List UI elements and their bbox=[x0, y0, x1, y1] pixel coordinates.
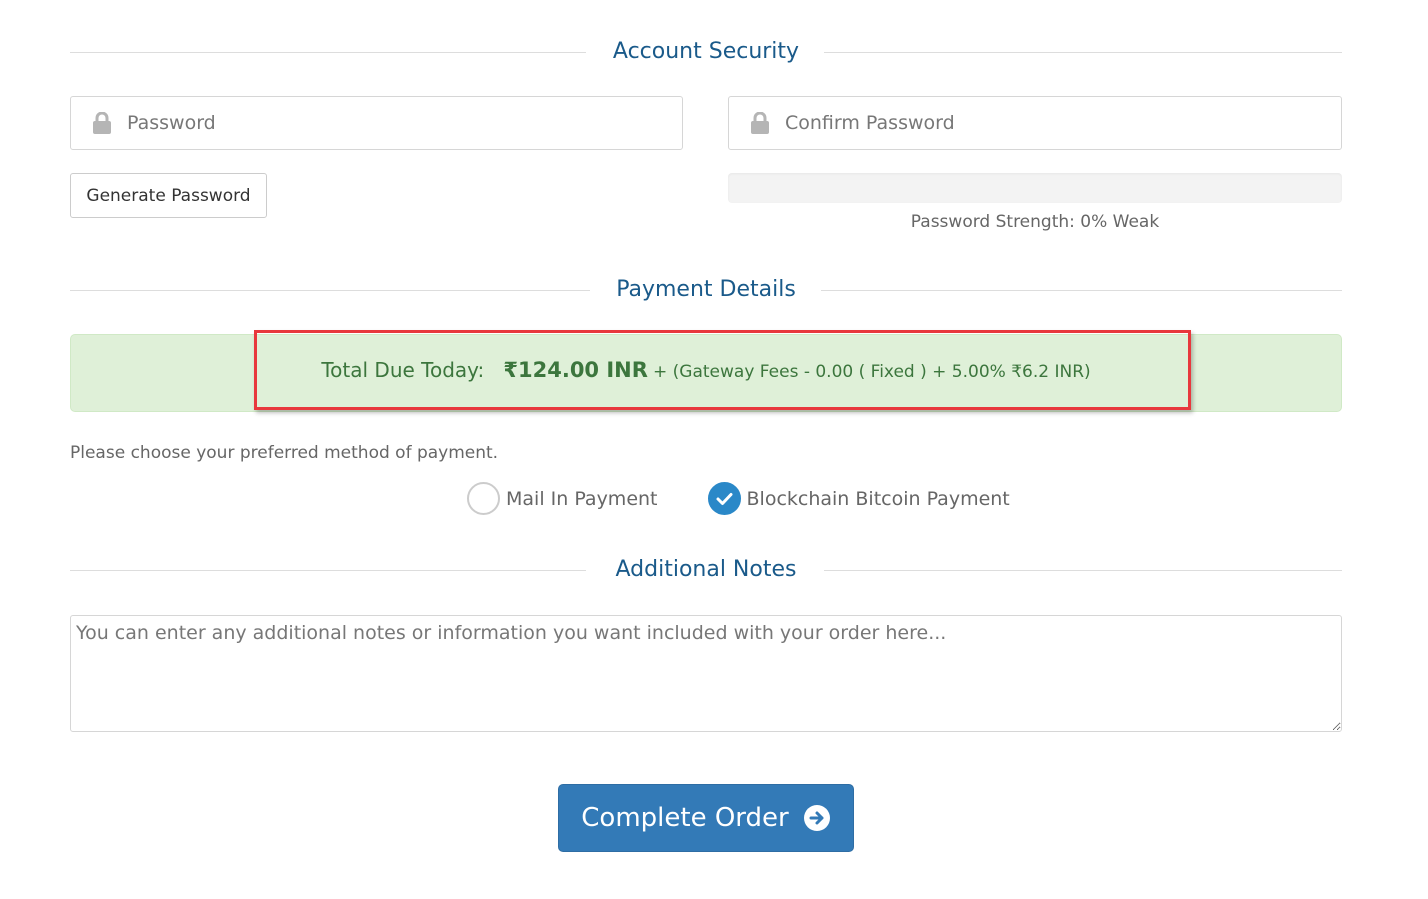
payment-method-group: Mail In Payment Blockchain Bitcoin Payme… bbox=[467, 482, 1060, 515]
confirm-password-input[interactable] bbox=[785, 112, 1341, 134]
generate-password-button[interactable]: Generate Password bbox=[70, 173, 267, 218]
section-title: Account Security bbox=[612, 39, 800, 64]
password-strength-text: Password Strength: 0% Weak bbox=[910, 212, 1160, 232]
lock-icon bbox=[93, 111, 111, 134]
complete-order-label: Complete Order bbox=[581, 803, 789, 833]
confirm-password-field-wrapper bbox=[728, 96, 1342, 150]
payment-method-mail-in[interactable]: Mail In Payment bbox=[467, 482, 658, 515]
highlight-annotation-box bbox=[254, 330, 1191, 410]
arrow-circle-right-icon bbox=[803, 804, 831, 832]
section-title: Additional Notes bbox=[615, 557, 797, 582]
complete-order-button[interactable]: Complete Order bbox=[558, 784, 854, 852]
additional-notes-textarea[interactable] bbox=[70, 615, 1342, 732]
password-input[interactable] bbox=[127, 112, 682, 134]
lock-icon bbox=[751, 111, 769, 134]
radio-unchecked-icon[interactable] bbox=[467, 482, 500, 515]
section-heading-account-security: Account Security bbox=[70, 37, 1342, 67]
section-heading-additional-notes: Additional Notes bbox=[70, 555, 1342, 585]
password-strength-bar bbox=[728, 173, 1342, 203]
section-heading-payment-details: Payment Details bbox=[70, 275, 1342, 305]
password-field-wrapper bbox=[70, 96, 683, 150]
payment-method-bitcoin[interactable]: Blockchain Bitcoin Payment bbox=[707, 482, 1010, 515]
section-title: Payment Details bbox=[616, 277, 796, 302]
radio-checked-icon[interactable] bbox=[707, 482, 741, 515]
payment-instructions: Please choose your preferred method of p… bbox=[70, 443, 499, 463]
payment-method-label: Blockchain Bitcoin Payment bbox=[746, 487, 1010, 510]
payment-method-label: Mail In Payment bbox=[506, 487, 658, 510]
